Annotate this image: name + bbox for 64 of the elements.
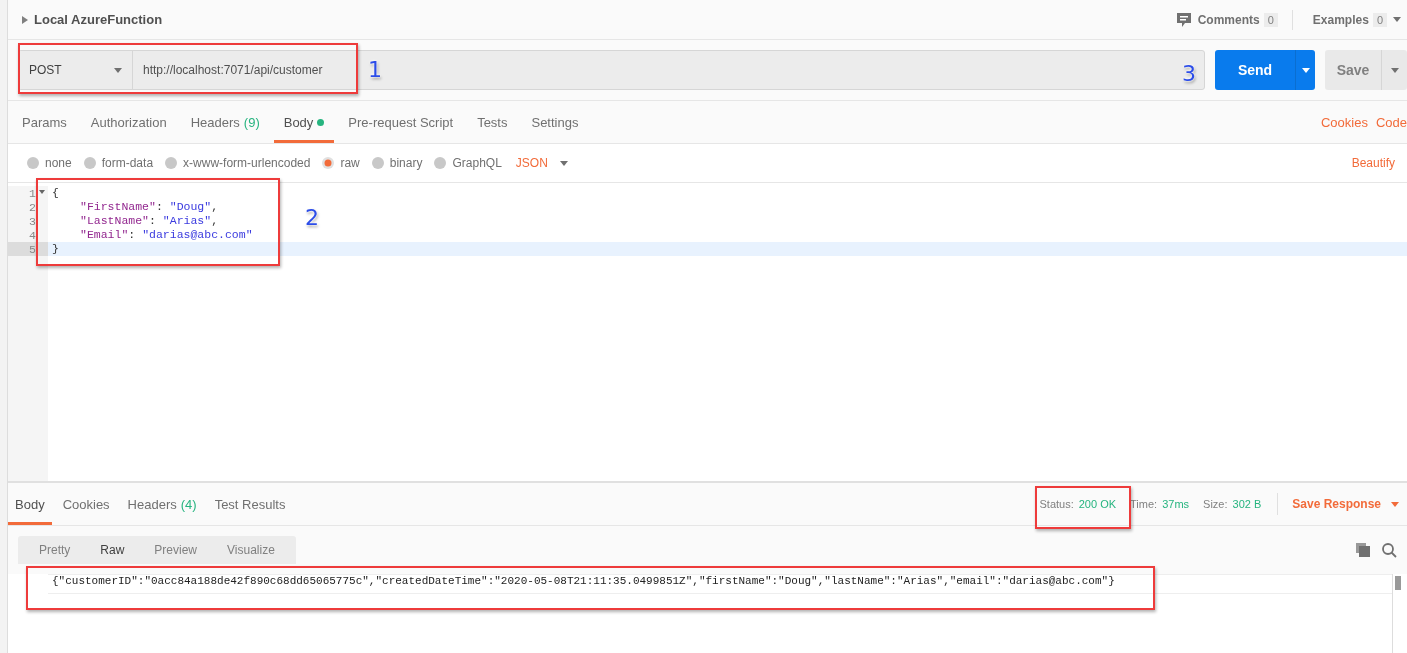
request-tab[interactable]: Headers (9) <box>180 101 270 143</box>
response-tab[interactable]: Cookies <box>55 483 117 525</box>
fold-caret-icon[interactable] <box>39 190 45 194</box>
response-body-text: {"customerID":"0acc84a188de42f890c68dd65065775c","createdDateTime":"2020-05-08T21:11:35.0499851Z","firstName":"Doug","lastName":"Arias","email":"darias@abc.com"} <box>48 574 1392 594</box>
count-badge: 0 <box>1263 12 1278 27</box>
code-line: { <box>51 186 59 200</box>
callout-number: 3 <box>1182 63 1196 85</box>
caret-down-icon <box>114 67 122 73</box>
request-tab[interactable]: Authorization <box>80 101 177 143</box>
meta-label: Status: <box>1039 498 1074 510</box>
caret-right-icon <box>22 15 28 24</box>
meta-label: Size: <box>1203 498 1228 510</box>
view-mode-tab[interactable]: Preview <box>139 536 213 564</box>
copy-icon[interactable] <box>1356 542 1370 557</box>
caret-down-icon <box>1391 501 1399 507</box>
format-dropdown[interactable]: JSON <box>515 156 568 170</box>
save-response-button[interactable]: Save Response <box>1286 483 1407 525</box>
caret-down-icon <box>1301 67 1310 73</box>
line-number: 1 <box>29 186 36 200</box>
code-line: "FirstName": "Doug", <box>79 200 219 214</box>
meta-value: 302 B <box>1232 498 1262 510</box>
request-tab[interactable]: Settings <box>521 101 589 143</box>
comment-icon[interactable] <box>1175 11 1192 28</box>
line-number: 3 <box>29 214 36 228</box>
response-tab[interactable]: Headers (4) <box>120 483 204 525</box>
body-type-option[interactable]: x-www-form-urlencoded <box>165 156 311 170</box>
meta-value: 37ms <box>1162 498 1190 510</box>
request-tab[interactable]: Tests <box>467 101 518 143</box>
meta-value: 200 OK <box>1078 498 1117 510</box>
caret-down-icon <box>1390 67 1399 73</box>
line-number: 4 <box>29 228 36 242</box>
meta-label: Time: <box>1130 498 1158 510</box>
request-tab[interactable]: Pre-request Script <box>338 101 464 143</box>
code-line: "LastName": "Arias", <box>79 214 219 228</box>
send-button[interactable]: Send <box>1215 50 1295 90</box>
body-type-option[interactable]: none <box>27 156 72 170</box>
header-link[interactable]: Code <box>1375 101 1407 143</box>
beautify-link[interactable]: Beautify <box>1351 156 1395 170</box>
body-type-option[interactable]: form-data <box>83 156 154 170</box>
callout-number: 2 <box>305 207 319 229</box>
view-mode-tab[interactable]: Raw <box>85 536 140 564</box>
view-mode-tab[interactable]: Visualize <box>212 536 290 564</box>
save-button[interactable]: Save <box>1325 50 1381 90</box>
count-badge: 0 <box>1372 12 1387 27</box>
code-line: } <box>51 242 59 256</box>
request-title: Local AzureFunction <box>34 12 163 27</box>
line-number: 5 <box>29 242 36 256</box>
caret-down-icon[interactable] <box>1393 17 1401 22</box>
caret-down-icon <box>559 160 568 166</box>
response-tab[interactable]: Test Results <box>207 483 293 525</box>
header-link[interactable]: Cookies <box>1320 101 1368 143</box>
examples-link[interactable]: Examples <box>1312 12 1369 27</box>
line-number: 2 <box>29 200 36 214</box>
code-line: "Email": "darias@abc.com" <box>79 228 253 242</box>
callout-number: 1 <box>368 59 382 81</box>
response-tab[interactable]: Body <box>8 483 52 525</box>
body-type-option[interactable]: raw <box>322 156 360 170</box>
search-icon[interactable] <box>1382 542 1397 558</box>
body-type-option[interactable]: GraphQL <box>434 156 502 170</box>
request-tab[interactable]: Params <box>12 101 77 143</box>
view-mode-tab[interactable]: Pretty <box>24 536 86 564</box>
body-type-option[interactable]: binary <box>371 156 423 170</box>
send-options-button[interactable] <box>1295 50 1315 90</box>
comments-link[interactable]: Comments <box>1197 12 1260 27</box>
